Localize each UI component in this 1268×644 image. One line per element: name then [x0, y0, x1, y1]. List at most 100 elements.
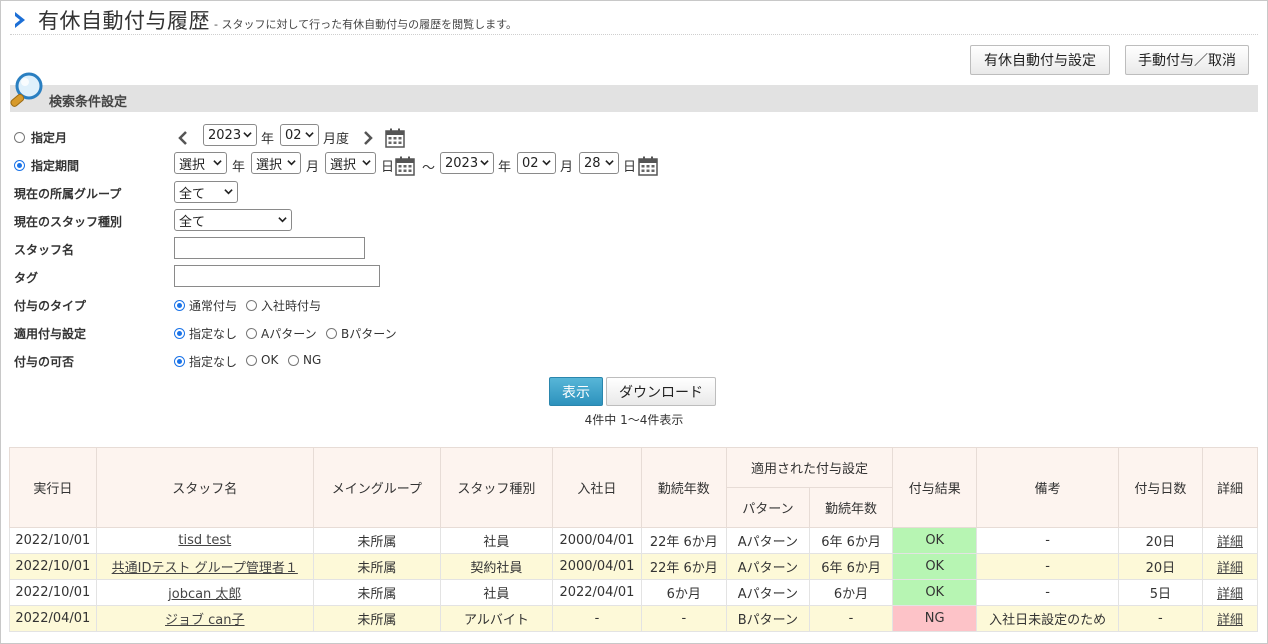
table-row: 2022/10/01 共通IDテスト グループ管理者１ 未所属 契約社員 200…: [9, 553, 1259, 580]
period-from-year-select[interactable]: 選択: [174, 152, 227, 174]
unit-year-3: 年: [498, 160, 512, 175]
cell-years: 22年 6か月: [640, 553, 727, 580]
calendar-icon[interactable]: [385, 128, 405, 148]
cell-note: -: [976, 579, 1119, 606]
grant-type-label: 付与のタイプ: [14, 299, 87, 313]
search-header-bar: [10, 85, 1258, 112]
staff-link[interactable]: 共通IDテスト グループ管理者１: [112, 561, 298, 576]
staff-link[interactable]: ジョブ can子: [165, 613, 245, 628]
calendar-icon[interactable]: [638, 156, 658, 176]
cell-date: 2022/10/01: [9, 527, 97, 554]
cell-applied-years: 6か月: [808, 579, 894, 606]
ok-none[interactable]: 指定なし: [174, 353, 237, 370]
tag-label: タグ: [14, 271, 39, 285]
detail-link[interactable]: 詳細: [1217, 587, 1243, 602]
cell-detail: 詳細: [1201, 553, 1259, 580]
period-to-day-select[interactable]: 28: [579, 152, 619, 174]
col-years: 勤続年数: [640, 447, 727, 528]
month-radio[interactable]: [14, 132, 25, 143]
grant-type-onjoin[interactable]: 入社時付与: [246, 297, 321, 314]
cell-detail: 詳細: [1201, 605, 1259, 632]
period-label: 指定期間: [31, 159, 80, 173]
page-header: 有休自動付与履歴 - スタッフに対して行った有休自動付与の履歴を閲覧します。: [10, 5, 517, 35]
grant-type-normal[interactable]: 通常付与: [174, 297, 237, 314]
month-month-select[interactable]: 02: [280, 124, 319, 146]
show-button[interactable]: 表示: [549, 377, 603, 406]
table-row: 2022/10/01 jobcan 太郎 未所属 社員 2022/04/01 6…: [9, 579, 1259, 606]
period-from-day-select[interactable]: 選択: [325, 152, 376, 174]
magnifier-icon: [10, 72, 43, 107]
col-detail: 詳細: [1201, 447, 1259, 528]
ok-ng[interactable]: NG: [288, 353, 321, 367]
cell-pattern: Bパターン: [725, 605, 810, 632]
cell-staff: tisd test: [95, 527, 314, 554]
cell-applied-years: 6年 6か月: [808, 527, 894, 554]
period-radio[interactable]: [14, 160, 25, 171]
month-year-select[interactable]: 2023: [203, 124, 257, 146]
cell-note: -: [976, 527, 1119, 554]
grant-ok-label: 付与の可否: [14, 355, 75, 369]
unit-month: 月: [306, 160, 320, 175]
tag-input[interactable]: [174, 265, 380, 287]
cell-years: 6か月: [640, 579, 727, 606]
download-button[interactable]: ダウンロード: [606, 377, 716, 406]
ok-ok[interactable]: OK: [246, 353, 278, 367]
next-month-icon[interactable]: [362, 131, 374, 145]
cell-result: OK: [892, 553, 978, 580]
staff-name-input[interactable]: [174, 237, 365, 259]
cell-detail: 詳細: [1201, 579, 1259, 606]
cell-join: 2000/04/01: [552, 553, 642, 580]
cell-group: 未所属: [312, 553, 441, 580]
table-row: 2022/10/01 tisd test 未所属 社員 2000/04/01 2…: [9, 527, 1259, 554]
period-to-month-select[interactable]: 02: [517, 152, 556, 174]
period-from-month-select[interactable]: 選択: [251, 152, 301, 174]
cell-applied-years: 6年 6か月: [808, 553, 894, 580]
apply-none[interactable]: 指定なし: [174, 325, 237, 342]
staff-link[interactable]: jobcan 太郎: [168, 587, 241, 602]
unit-month-do: 月度: [323, 132, 350, 147]
cell-pattern: Aパターン: [725, 527, 810, 554]
col-pattern: パターン: [725, 487, 810, 528]
period-option[interactable]: 指定期間: [14, 157, 79, 174]
apply-pattern-b[interactable]: Bパターン: [326, 325, 397, 342]
detail-link[interactable]: 詳細: [1217, 613, 1243, 628]
period-to-year-select[interactable]: 2023: [440, 152, 494, 174]
page-title: 有休自動付与履歴: [38, 9, 210, 33]
col-join: 入社日: [552, 447, 642, 528]
col-days: 付与日数: [1117, 447, 1203, 528]
unit-day-2: 日: [623, 160, 637, 175]
search-header-label: 検索条件設定: [49, 95, 128, 110]
cell-note: -: [976, 553, 1119, 580]
cell-staff: 共通IDテスト グループ管理者１: [95, 553, 314, 580]
staff-link[interactable]: tisd test: [178, 533, 231, 548]
unit-day: 日: [381, 160, 395, 175]
cell-date: 2022/10/01: [9, 553, 97, 580]
cell-date: 2022/04/01: [9, 605, 97, 632]
col-result: 付与結果: [892, 447, 978, 528]
cell-note: 入社日未設定のため: [976, 605, 1119, 632]
col-type: スタッフ種別: [439, 447, 554, 528]
result-count: 4件中 1～4件表示: [584, 413, 684, 427]
cell-join: 2000/04/01: [552, 527, 642, 554]
staff-name-label: スタッフ名: [14, 243, 75, 257]
table-row: 2022/04/01 ジョブ can子 未所属 アルバイト - - Bパターン …: [9, 605, 1259, 632]
cell-group: 未所属: [312, 605, 441, 632]
page-subtitle: - スタッフに対して行った有休自動付与の履歴を閲覧します。: [214, 18, 518, 31]
cell-result: NG: [892, 605, 978, 632]
cell-days: 5日: [1117, 579, 1203, 606]
month-option[interactable]: 指定月: [14, 129, 67, 146]
cell-result: OK: [892, 579, 978, 606]
range-tilde: ～: [422, 161, 436, 176]
cell-group: 未所属: [312, 527, 441, 554]
calendar-icon[interactable]: [395, 156, 415, 176]
auto-grant-setting-button[interactable]: 有休自動付与設定: [970, 45, 1110, 75]
unit-year-2: 年: [232, 160, 246, 175]
manual-grant-button[interactable]: 手動付与／取消: [1125, 45, 1249, 75]
prev-month-icon[interactable]: [177, 131, 189, 145]
cell-type: アルバイト: [439, 605, 554, 632]
staff-type-select[interactable]: 全て: [174, 209, 292, 231]
detail-link[interactable]: 詳細: [1217, 535, 1243, 550]
detail-link[interactable]: 詳細: [1217, 561, 1243, 576]
group-select[interactable]: 全て: [174, 181, 238, 203]
apply-pattern-a[interactable]: Aパターン: [246, 325, 317, 342]
